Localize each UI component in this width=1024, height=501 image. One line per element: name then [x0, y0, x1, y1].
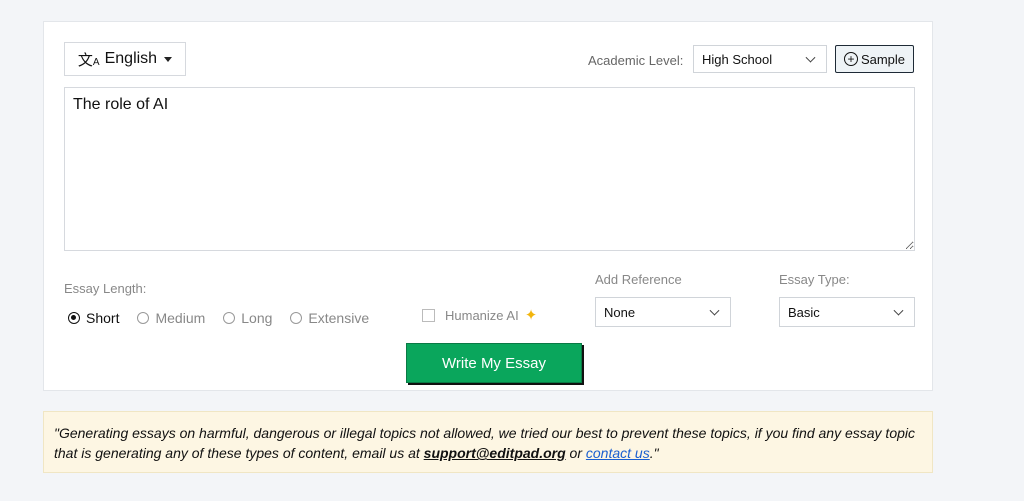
essay-length-extensive[interactable]: Extensive [290, 310, 369, 326]
essay-type-value: Basic [788, 304, 820, 320]
humanize-label: Humanize AI [445, 308, 519, 323]
radio-icon [290, 312, 303, 324]
sparkle-icon: ✦ [524, 307, 538, 324]
academic-level-label: Academic Level: [588, 53, 684, 68]
plus-circle-icon: + [843, 52, 858, 66]
essay-form-card: 文A English Academic Level: High School +… [43, 21, 933, 391]
essay-length-options: Short Medium Long Extensive [68, 310, 387, 326]
chevron-down-icon [709, 305, 720, 316]
reference-value: None [604, 304, 636, 320]
write-my-essay-button[interactable]: Write My Essay [406, 343, 582, 383]
add-reference-select[interactable]: None [595, 297, 731, 327]
essay-length-short[interactable]: Short [68, 310, 119, 326]
checkbox-icon [422, 309, 435, 322]
essay-type-select[interactable]: Basic [779, 297, 915, 327]
caret-down-icon [164, 56, 173, 62]
content-policy-notice: "Generating essays on harmful, dangerous… [43, 411, 933, 473]
notice-text-middle: or [565, 445, 586, 461]
chevron-down-icon [805, 52, 816, 63]
essay-length-medium[interactable]: Medium [137, 310, 205, 326]
language-dropdown[interactable]: 文A English [64, 42, 186, 76]
essay-length-label: Essay Length: [64, 281, 147, 296]
language-label: English [104, 50, 158, 67]
sample-button[interactable]: + Sample [835, 45, 914, 73]
notice-text-after: ." [649, 445, 659, 461]
radio-icon [68, 312, 80, 324]
add-reference-label: Add Reference [595, 272, 682, 287]
sample-label: Sample [860, 51, 906, 67]
translate-icon: 文A [77, 51, 100, 69]
radio-icon [137, 312, 150, 324]
radio-label: Long [241, 310, 273, 326]
essay-type-label: Essay Type: [779, 272, 850, 287]
essay-topic-input[interactable]: The role of AI [64, 87, 915, 251]
radio-icon [223, 312, 236, 324]
radio-label: Medium [155, 310, 206, 326]
support-email-link[interactable]: support@editpad.org [424, 445, 566, 461]
humanize-ai-checkbox[interactable]: Humanize AI ✦ [422, 308, 537, 323]
academic-level-select[interactable]: High School [693, 45, 827, 73]
radio-label: Extensive [308, 310, 370, 326]
essay-length-long[interactable]: Long [223, 310, 272, 326]
radio-label: Short [86, 310, 120, 326]
chevron-down-icon [893, 305, 904, 316]
academic-level-value: High School [702, 51, 773, 67]
contact-us-link[interactable]: contact us [586, 445, 650, 461]
